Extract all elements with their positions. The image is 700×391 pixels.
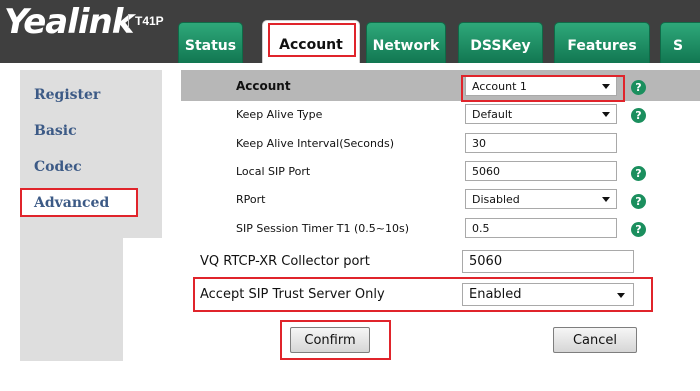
vq-rtcp-port-value: 5060 xyxy=(469,254,503,269)
tab-status-label: Status xyxy=(184,38,237,54)
header-divider xyxy=(0,63,700,70)
tab-features-label: Features xyxy=(567,38,637,54)
sidebar-item-basic[interactable]: Basic xyxy=(34,123,77,139)
help-icon[interactable]: ? xyxy=(631,166,646,181)
cancel-button[interactable]: Cancel xyxy=(553,327,637,353)
help-icon[interactable]: ? xyxy=(631,194,646,209)
brand-logo: Yealink xyxy=(4,2,134,42)
tab-settings-partial[interactable]: S xyxy=(660,22,700,63)
sip-session-timer-value: 0.5 xyxy=(472,221,490,235)
vq-rtcp-port-input[interactable]: 5060 xyxy=(462,250,634,273)
tab-network-label: Network xyxy=(372,38,440,54)
tab-network[interactable]: Network xyxy=(366,22,446,63)
rport-value: Disabled xyxy=(472,192,520,206)
keep-alive-interval-input[interactable]: 30 xyxy=(465,133,617,153)
keep-alive-interval-label: Keep Alive Interval(Seconds) xyxy=(236,137,395,150)
tab-dsskey[interactable]: DSSKey xyxy=(458,22,543,63)
tab-dsskey-label: DSSKey xyxy=(470,38,531,54)
rport-select[interactable]: Disabled xyxy=(465,189,617,209)
sip-session-timer-input[interactable]: 0.5 xyxy=(465,218,617,238)
keep-alive-interval-value: 30 xyxy=(472,136,486,150)
model-label: T41P xyxy=(128,14,164,28)
rport-label: RPort xyxy=(236,193,266,206)
sidebar-item-register[interactable]: Register xyxy=(34,87,100,103)
sidebar-item-codec[interactable]: Codec xyxy=(34,159,82,175)
vq-rtcp-port-label: VQ RTCP-XR Collector port xyxy=(200,254,370,269)
keep-alive-type-value: Default xyxy=(472,107,513,121)
confirm-button-highlight xyxy=(280,320,391,360)
cancel-button-label: Cancel xyxy=(572,332,618,348)
account-select-highlight xyxy=(461,75,625,102)
keep-alive-type-label: Keep Alive Type xyxy=(236,108,323,121)
tab-features[interactable]: Features xyxy=(554,22,650,63)
chevron-down-icon xyxy=(602,197,610,202)
local-sip-port-label: Local SIP Port xyxy=(236,165,311,178)
sidebar-item-advanced[interactable]: Advanced xyxy=(34,195,109,211)
sip-session-timer-label: SIP Session Timer T1 (0.5~10s) xyxy=(236,222,409,235)
keep-alive-type-select[interactable]: Default xyxy=(465,104,617,124)
help-icon[interactable]: ? xyxy=(631,108,646,123)
local-sip-port-value: 5060 xyxy=(472,164,500,178)
help-icon[interactable]: ? xyxy=(631,222,646,237)
tab-status[interactable]: Status xyxy=(178,22,243,63)
lower-left-panel xyxy=(20,238,123,361)
accept-sip-trust-highlight xyxy=(193,277,653,312)
account-tab-highlight xyxy=(268,23,356,57)
account-label: Account xyxy=(236,79,291,93)
local-sip-port-input[interactable]: 5060 xyxy=(465,161,617,181)
help-icon[interactable]: ? xyxy=(631,80,646,95)
chevron-down-icon xyxy=(602,112,610,117)
tab-settings-partial-label: S xyxy=(673,38,684,54)
